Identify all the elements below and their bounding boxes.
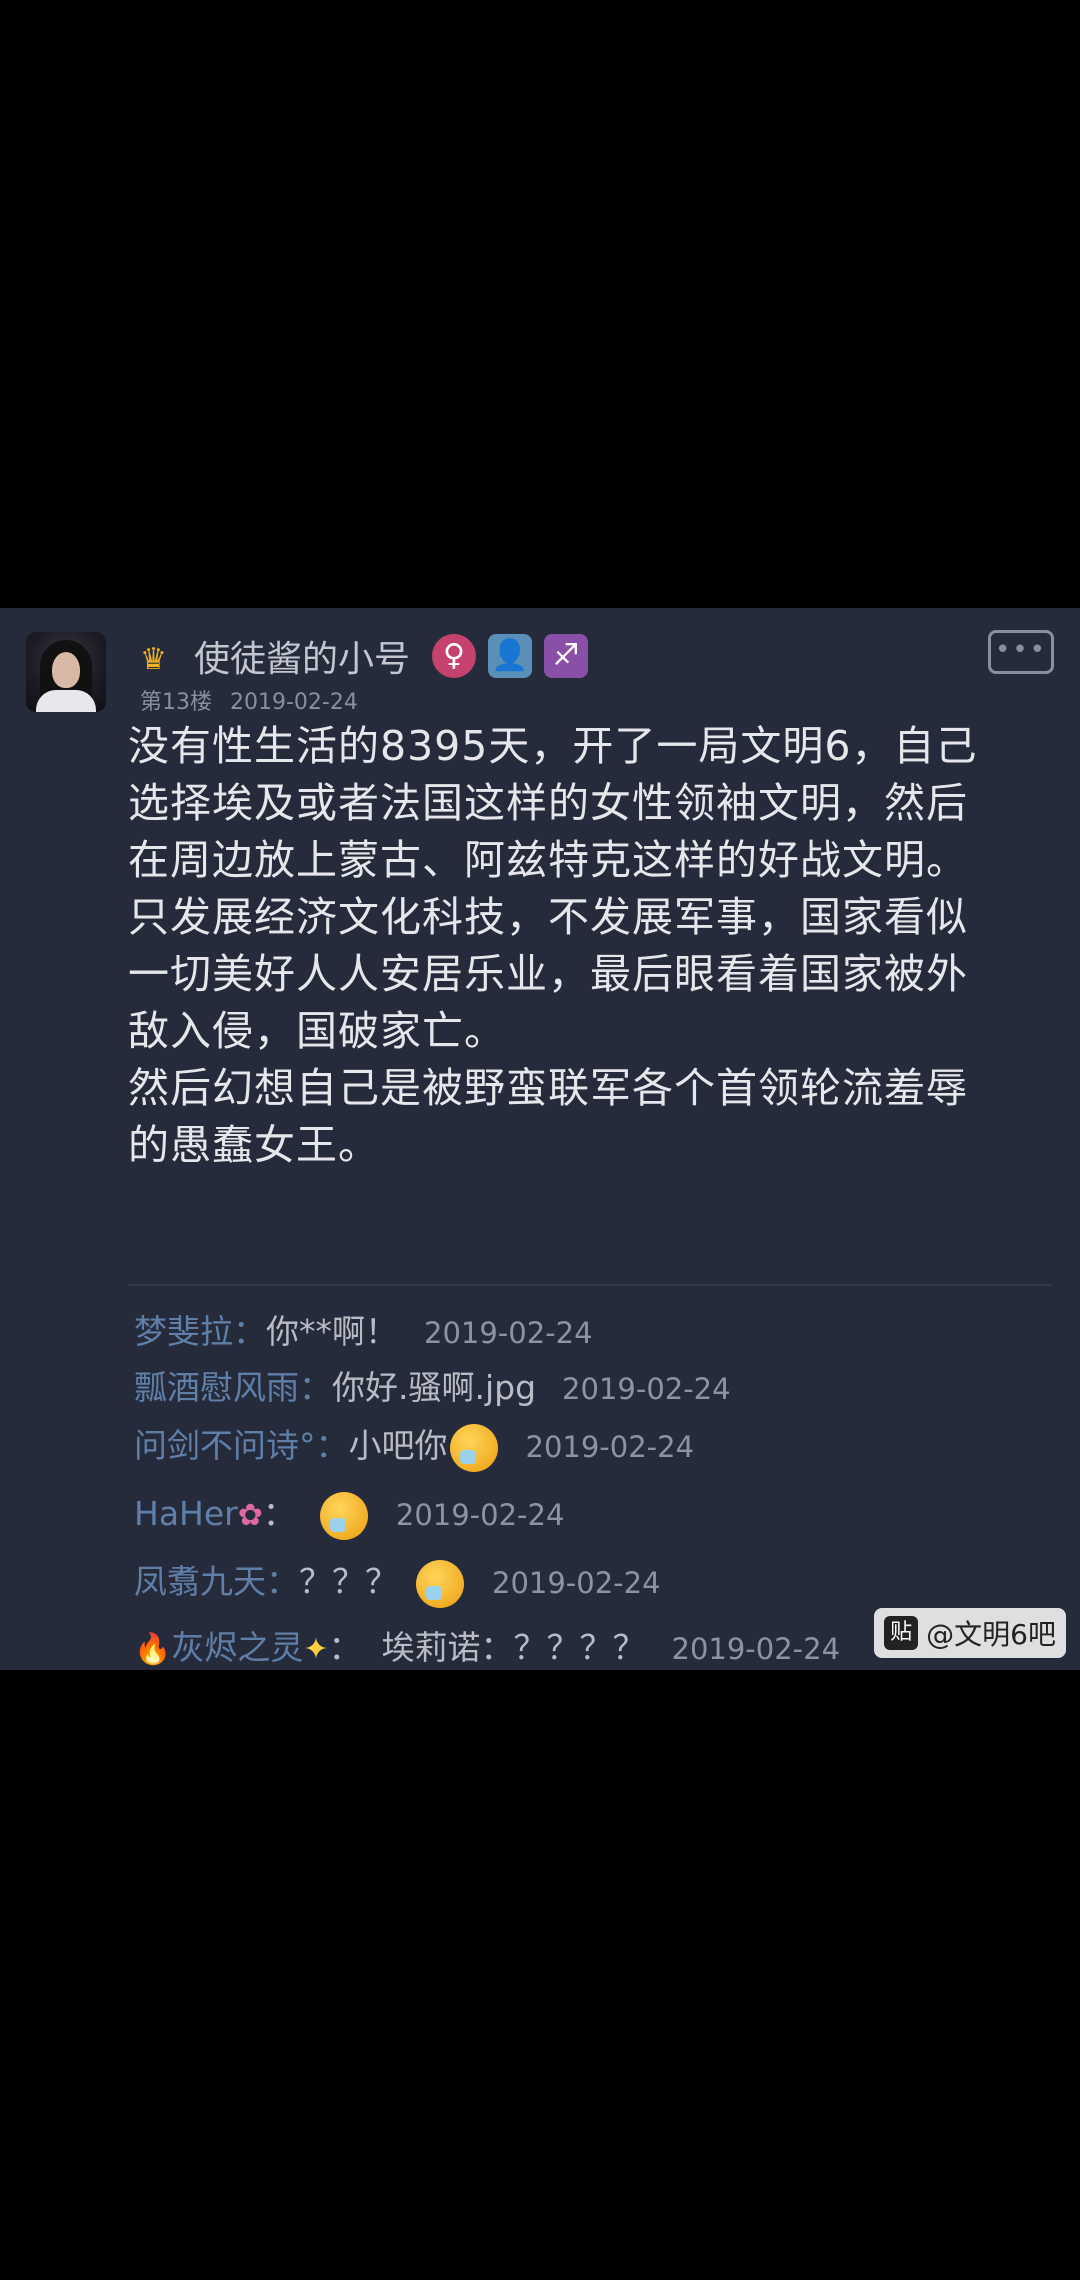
post-line: 的愚蠢女王。 (128, 1121, 380, 1169)
tieba-logo-icon: 贴 (884, 1616, 919, 1650)
comment-author[interactable]: 瓢酒慰风雨： (134, 1368, 332, 1407)
user-profile-icon: 👤 (488, 634, 532, 678)
post-line: 敌入侵，国破家亡。 (128, 1007, 506, 1055)
post-line: 选择埃及或者法国这样的女性领袖文明，然后 (128, 779, 968, 827)
comment-text: 你好.骚啊.jpg (332, 1368, 537, 1407)
post-line: 没有性生活的8395天，开了一局文明6，自己 (128, 722, 978, 770)
post-line: 一切美好人人安居乐业，最后眼看着国家被外 (128, 950, 968, 998)
comment-author[interactable]: 凤翥九天： (134, 1562, 299, 1601)
sneer-emoji-icon (416, 1559, 464, 1608)
sneer-emoji-icon (449, 1423, 498, 1472)
comment-date: 2019-02-24 (671, 1632, 841, 1666)
comment-row[interactable]: HaHer✿： 2019-02-24 (134, 1490, 564, 1540)
female-icon: ♀ (432, 634, 476, 678)
comment-row[interactable]: 凤翥九天：？？？ 2019-02-24 (134, 1558, 661, 1608)
username[interactable]: 使徒酱的小号 (194, 636, 410, 684)
comment-date: 2019-02-24 (492, 1566, 661, 1600)
post-date: 2019-02-24 (230, 690, 358, 715)
post-line: 只发展经济文化科技，不发展军事，国家看似 (128, 893, 968, 941)
comment-date: 2019-02-24 (525, 1430, 695, 1464)
comment-row[interactable]: 问剑不问诗°：小吧你 2019-02-24 (134, 1422, 694, 1472)
watermark: 贴 @文明6吧 (874, 1608, 1066, 1658)
comment-author[interactable]: HaHer (134, 1494, 238, 1533)
comment-author[interactable]: 问剑不问诗°： (134, 1426, 349, 1465)
more-options-icon[interactable]: ••• (988, 630, 1054, 674)
comment-separator: ： (328, 1628, 362, 1667)
post-panel: ♛ 使徒酱的小号 ♀ 👤 ♐ 第13楼 2019-02-24 ••• 没有性生活的… (0, 608, 1080, 1670)
comment-text: ？？？ (299, 1562, 398, 1601)
post-body: 没有性生活的8395天，开了一局文明6，自己 选择埃及或者法国这样的女性领袖文明… (128, 718, 1058, 1174)
comment-author[interactable]: 梦斐拉： (134, 1312, 266, 1351)
comment-text: 小吧你 (348, 1426, 448, 1465)
floor-info: 第13楼 2019-02-24 (140, 688, 358, 718)
comment-text: 埃莉诺：？？？？ (381, 1628, 646, 1667)
comment-date: 2019-02-24 (395, 1498, 565, 1532)
divider (128, 1284, 1052, 1286)
floor-number: 第13楼 (140, 690, 212, 715)
comment-separator: ： (262, 1494, 296, 1533)
sparkle-icon: ✦ (303, 1632, 329, 1667)
comment-text: 你**啊！ (266, 1312, 398, 1351)
avatar[interactable] (26, 632, 106, 712)
flower-icon: ✿ (237, 1498, 263, 1533)
comment-row[interactable]: 🔥灰烬之灵✦： 埃莉诺：？？？？ 2019-02-24 (134, 1624, 840, 1670)
comment-author[interactable]: 灰烬之灵 (171, 1628, 303, 1667)
watermark-text: @文明6吧 (926, 1618, 1056, 1651)
comment-row[interactable]: 梦斐拉：你**啊！ 2019-02-24 (134, 1308, 593, 1357)
sneer-emoji-icon (319, 1491, 368, 1540)
post-line: 然后幻想自己是被野蛮联军各个首领轮流羞辱 (128, 1064, 968, 1112)
comment-date: 2019-02-24 (562, 1372, 731, 1406)
crown-icon: ♛ (140, 642, 167, 677)
post-line: 在周边放上蒙古、阿兹特克这样的好战文明。 (128, 836, 968, 884)
fire-icon: 🔥 (134, 1632, 172, 1667)
comment-date: 2019-02-24 (424, 1316, 593, 1350)
comment-row[interactable]: 瓢酒慰风雨：你好.骚啊.jpg 2019-02-24 (134, 1364, 731, 1413)
sagittarius-icon: ♐ (544, 634, 588, 678)
